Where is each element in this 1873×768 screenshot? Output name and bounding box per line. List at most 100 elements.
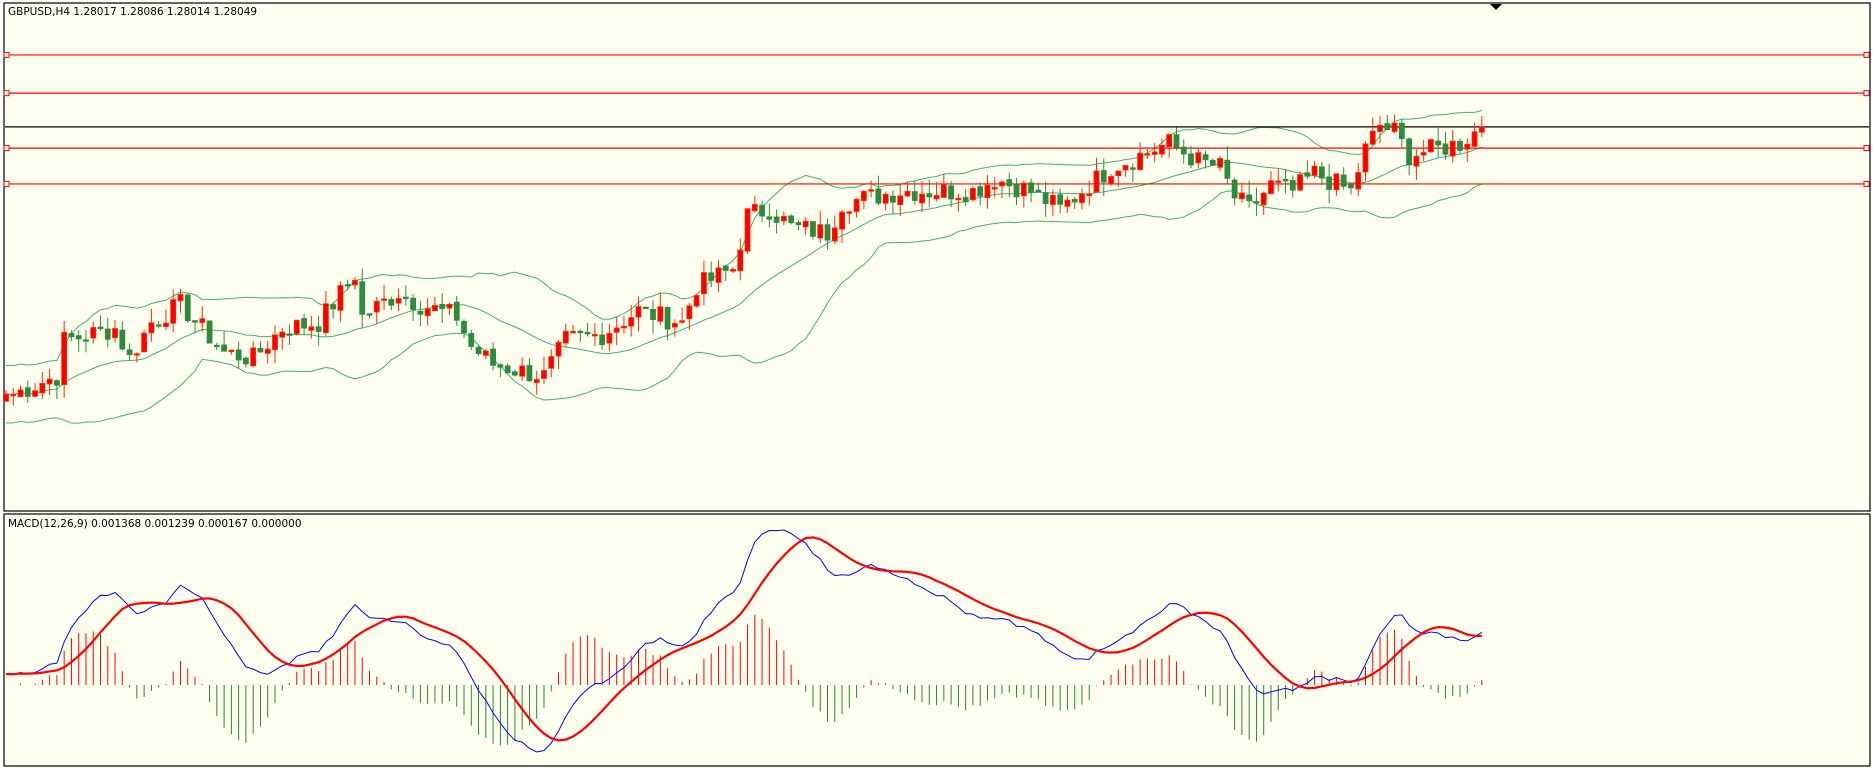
bear-candle xyxy=(1289,179,1296,191)
bear-candle xyxy=(53,380,60,386)
bear-candle xyxy=(235,349,242,361)
bull-candle xyxy=(1391,122,1398,132)
bear-candle xyxy=(75,335,82,340)
bear-candle xyxy=(1253,201,1260,204)
bull-candle xyxy=(3,393,9,402)
bull-candle xyxy=(293,319,300,335)
bull-candle xyxy=(671,323,678,328)
bull-candle xyxy=(970,188,976,201)
bull-candle xyxy=(381,298,387,301)
bull-candle xyxy=(591,334,598,337)
bear-candle xyxy=(1282,179,1289,182)
bull-candle xyxy=(904,190,911,197)
bear-candle xyxy=(1188,153,1194,166)
bear-candle xyxy=(642,306,649,310)
bull-candle xyxy=(1311,165,1318,176)
bear-candle xyxy=(68,333,75,338)
bear-candle xyxy=(875,188,882,204)
bull-candle xyxy=(177,294,184,302)
bull-candle xyxy=(737,249,744,272)
level-handle-right xyxy=(1863,145,1870,152)
bear-candle xyxy=(1340,174,1347,187)
bull-candle xyxy=(1115,170,1122,177)
bull-candle xyxy=(548,356,555,369)
trading-chart[interactable]: GBPUSD,H4 1.28017 1.28086 1.28014 1.2804… xyxy=(0,0,1873,768)
macd-label: MACD(12,26,9) 0.001368 0.001239 0.000167… xyxy=(8,518,302,530)
macd-pane[interactable] xyxy=(3,513,1871,767)
price-pane[interactable] xyxy=(3,2,1871,512)
bull-candle xyxy=(373,301,380,313)
bull-candle xyxy=(751,204,758,212)
bull-candle xyxy=(163,322,169,327)
bull-candle xyxy=(1020,182,1027,197)
bull-candle xyxy=(1064,199,1071,207)
bear-candle xyxy=(221,344,228,352)
bear-candle xyxy=(1028,182,1034,193)
bull-candle xyxy=(730,269,736,272)
bull-candle xyxy=(1297,174,1303,191)
bull-candle xyxy=(853,198,860,212)
bull-candle xyxy=(1478,126,1485,133)
bear-candle xyxy=(1180,146,1187,155)
bull-candle xyxy=(1093,170,1100,193)
bull-candle xyxy=(32,390,38,397)
bull-candle xyxy=(984,184,991,199)
bear-candle xyxy=(1057,194,1064,205)
bear-candle xyxy=(1129,167,1136,170)
bull-candle xyxy=(39,383,46,394)
bear-candle xyxy=(911,191,918,201)
bear-candle xyxy=(788,215,795,224)
bull-candle xyxy=(46,378,53,385)
bull-candle xyxy=(562,330,569,344)
bull-candle xyxy=(61,331,68,385)
bear-candle xyxy=(490,348,496,366)
bull-candle xyxy=(933,195,940,200)
bull-candle xyxy=(882,193,889,204)
bull-candle xyxy=(802,220,809,228)
bear-candle xyxy=(286,333,293,336)
bear-candle xyxy=(315,326,322,332)
level-handle-right xyxy=(1863,180,1870,187)
bull-candle xyxy=(897,195,904,206)
bull-candle xyxy=(1362,143,1369,173)
bear-candle xyxy=(1406,138,1413,166)
bull-candle xyxy=(1151,151,1158,155)
level-handle-right xyxy=(1863,90,1870,97)
bear-candle xyxy=(1035,189,1042,193)
bear-candle xyxy=(83,339,89,342)
bull-candle xyxy=(446,303,453,309)
bear-candle xyxy=(359,281,366,315)
bull-candle xyxy=(831,227,838,242)
bull-candle xyxy=(1260,192,1267,206)
bull-candle xyxy=(628,317,635,327)
bear-candle xyxy=(577,330,584,334)
bear-candle xyxy=(1246,194,1253,202)
bull-candle xyxy=(482,350,489,356)
bull-candle xyxy=(1239,192,1245,200)
level-handle-left xyxy=(3,90,10,97)
bull-candle xyxy=(533,379,540,383)
bull-candle xyxy=(10,393,17,397)
bull-candle xyxy=(846,211,853,214)
bull-candle xyxy=(250,347,257,367)
bear-candle xyxy=(1042,192,1049,204)
bull-candle xyxy=(686,305,693,320)
bear-candle xyxy=(795,222,802,226)
bull-candle xyxy=(541,370,547,379)
bear-candle xyxy=(504,365,511,374)
bull-candle xyxy=(1159,145,1165,155)
level-handle-left xyxy=(3,145,10,152)
bear-candle xyxy=(1224,159,1231,179)
bull-candle xyxy=(133,353,140,356)
level-handle-left xyxy=(3,180,10,187)
bull-candle xyxy=(424,308,431,317)
bull-candle xyxy=(1079,193,1085,204)
bear-candle xyxy=(766,216,773,220)
bear-candle xyxy=(497,364,504,368)
bear-candle xyxy=(417,310,424,315)
bear-candle xyxy=(890,195,896,203)
bull-candle xyxy=(817,224,824,239)
bear-candle xyxy=(1457,141,1463,151)
bull-candle xyxy=(701,272,707,295)
bull-candle xyxy=(1144,153,1151,156)
